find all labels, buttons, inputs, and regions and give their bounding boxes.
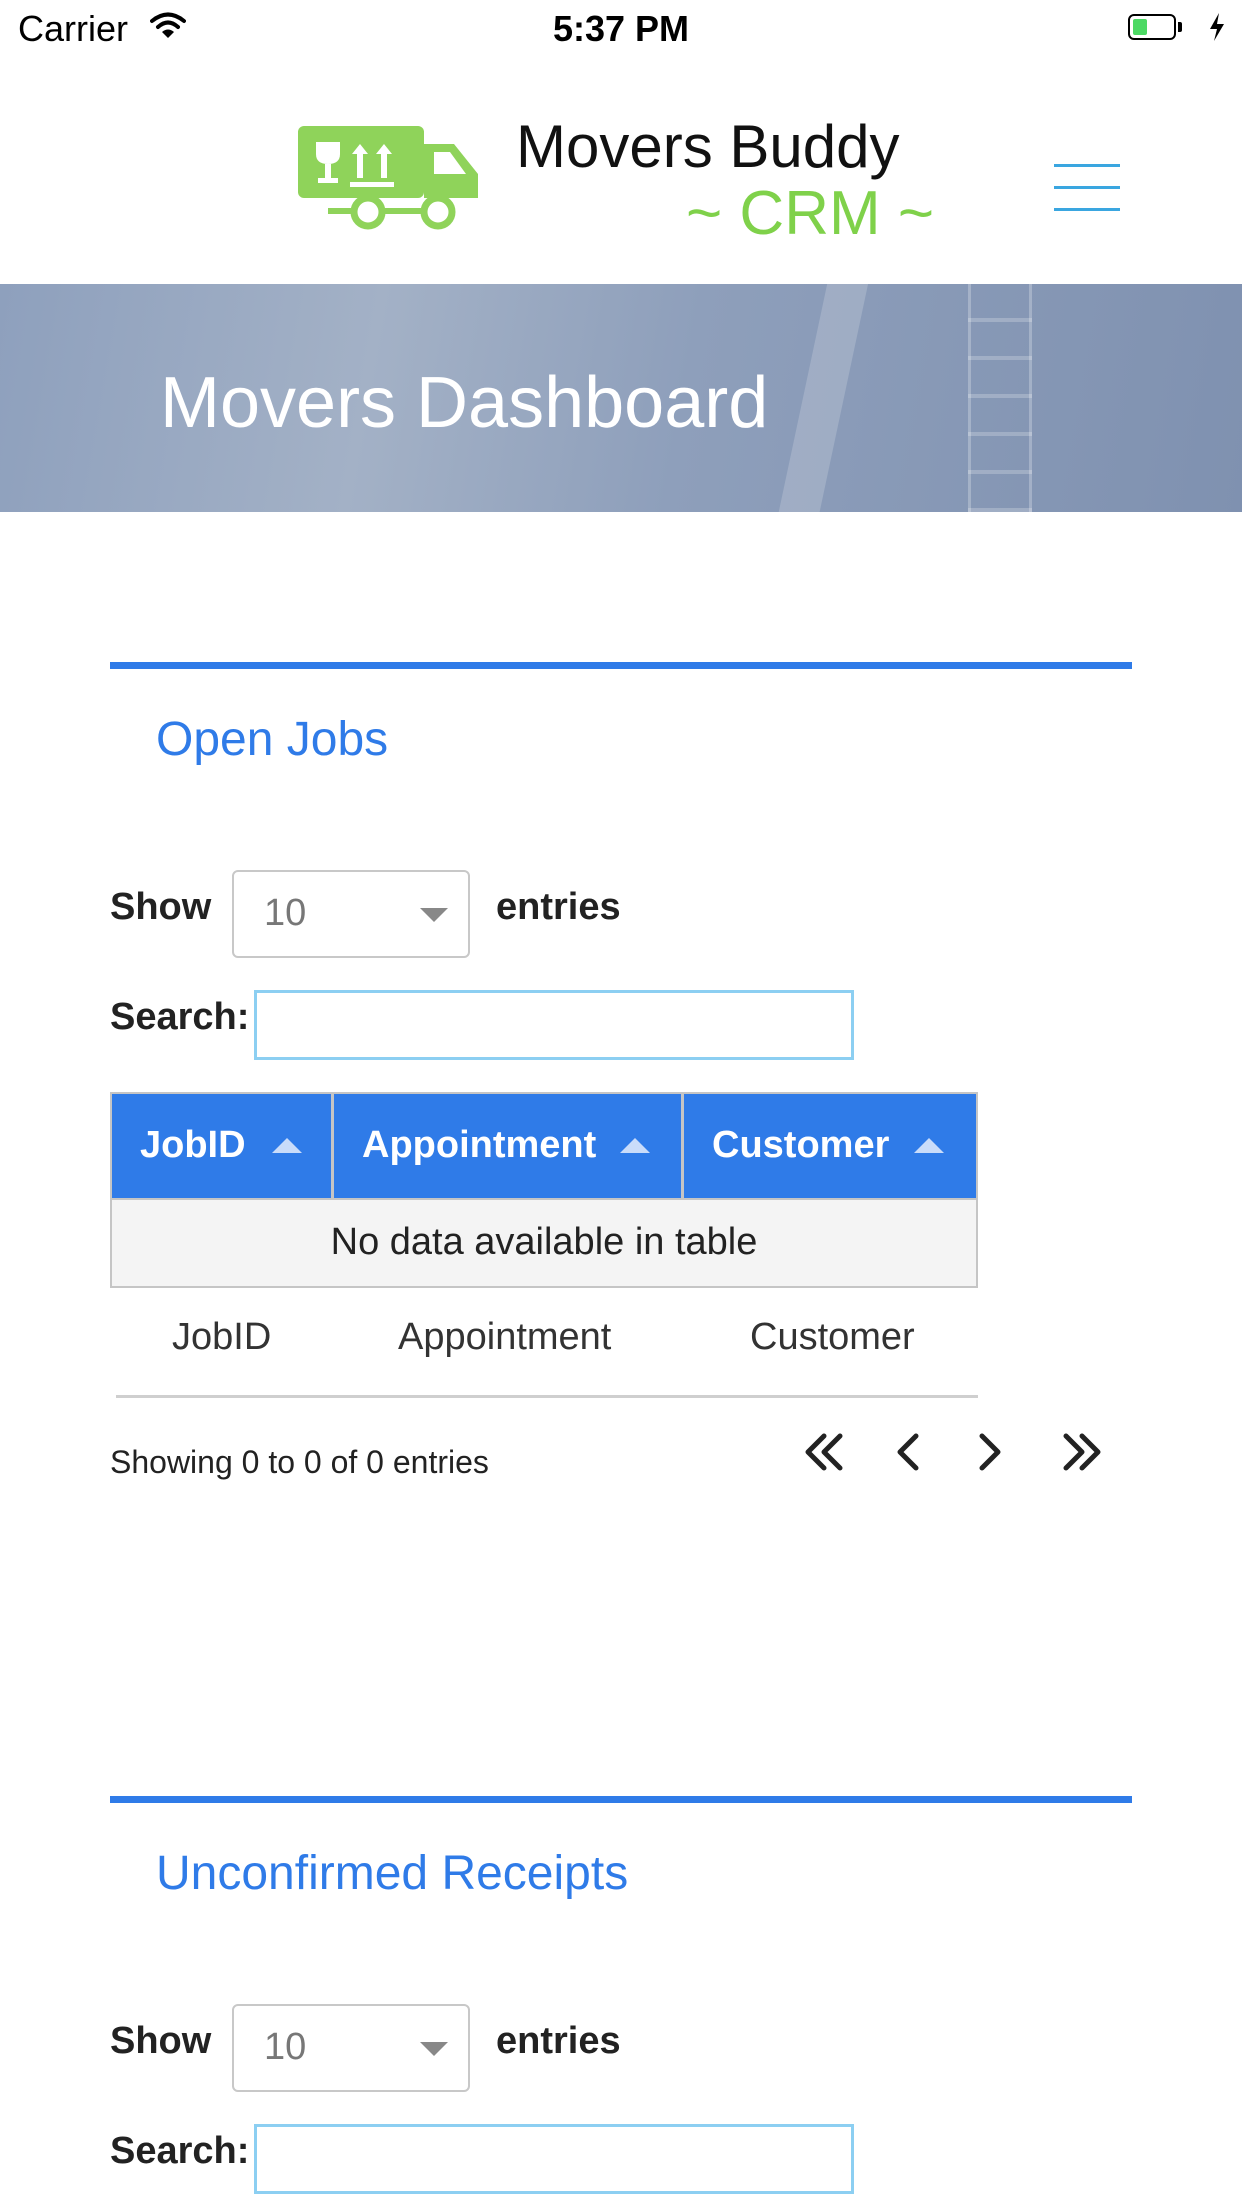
brand-subtitle: ~ CRM ~ xyxy=(686,179,935,248)
charging-bolt-icon xyxy=(1210,13,1224,41)
search-input[interactable] xyxy=(254,990,854,1060)
moving-truck-icon xyxy=(298,126,478,230)
footer-column-appointment: Appointment xyxy=(398,1316,612,1358)
table-header: JobID Appointment Customer xyxy=(110,1092,978,1200)
entries-select-value: 10 xyxy=(264,2026,307,2068)
column-header-label: Customer xyxy=(712,1124,890,1166)
battery-level xyxy=(1133,19,1147,35)
hero-decoration xyxy=(968,284,1032,512)
chevron-down-icon xyxy=(420,908,448,922)
hero-banner: Movers Dashboard xyxy=(0,284,1242,512)
search-input[interactable] xyxy=(254,2124,854,2194)
hamburger-icon-line xyxy=(1054,186,1120,189)
last-page-icon[interactable] xyxy=(1060,1430,1104,1474)
status-bar: Carrier 5:37 PM xyxy=(0,0,1242,62)
section-divider xyxy=(110,1796,1132,1803)
clock: 5:37 PM xyxy=(552,8,690,49)
entries-select[interactable]: 10 xyxy=(232,870,470,958)
first-page-icon[interactable] xyxy=(802,1430,846,1474)
show-label: Show xyxy=(110,886,212,928)
brand-logo[interactable]: Movers Buddy ~ CRM ~ xyxy=(296,112,956,252)
column-header-customer[interactable]: Customer xyxy=(684,1094,976,1198)
previous-page-icon[interactable] xyxy=(894,1430,924,1474)
entries-label: entries xyxy=(496,886,621,928)
sort-ascending-icon xyxy=(272,1138,302,1153)
entries-select-value: 10 xyxy=(264,892,307,934)
sort-ascending-icon xyxy=(620,1138,650,1153)
footer-column-jobid: JobID xyxy=(172,1316,272,1358)
table-info: Showing 0 to 0 of 0 entries xyxy=(110,1444,489,1480)
show-label: Show xyxy=(110,2020,212,2062)
battery-tip xyxy=(1178,22,1182,32)
hero-decoration xyxy=(769,284,871,512)
hamburger-icon xyxy=(1054,164,1120,167)
footer-column-customer: Customer xyxy=(750,1316,915,1358)
section-divider xyxy=(110,662,1132,669)
section-title: Unconfirmed Receipts xyxy=(156,1847,629,1900)
page-title: Movers Dashboard xyxy=(160,363,769,443)
column-header-label: JobID xyxy=(140,1124,246,1166)
column-header-label: Appointment xyxy=(362,1124,597,1166)
empty-table-message: No data available in table xyxy=(110,1200,978,1288)
chevron-down-icon xyxy=(420,2042,448,2056)
menu-button[interactable] xyxy=(1054,162,1124,218)
search-label: Search: xyxy=(110,996,250,1038)
entries-select[interactable]: 10 xyxy=(232,2004,470,2092)
table-footer: JobID Appointment Customer xyxy=(116,1288,978,1398)
open-jobs-section: Open Jobs Show 10 entries Search: JobID … xyxy=(110,662,1132,1480)
hamburger-icon-line xyxy=(1054,208,1120,211)
next-page-icon[interactable] xyxy=(974,1430,1004,1474)
brand-name: Movers Buddy xyxy=(516,113,900,180)
section-title: Open Jobs xyxy=(156,713,389,766)
column-header-appointment[interactable]: Appointment xyxy=(334,1094,684,1198)
entries-label: entries xyxy=(496,2020,621,2062)
search-label: Search: xyxy=(110,2130,250,2172)
sort-ascending-icon xyxy=(914,1138,944,1153)
site-header: Movers Buddy ~ CRM ~ xyxy=(0,62,1242,284)
unconfirmed-receipts-section: Unconfirmed Receipts Show 10 entries Sea… xyxy=(110,1796,1132,2208)
battery-icon xyxy=(1128,14,1176,40)
column-header-jobid[interactable]: JobID xyxy=(112,1094,334,1198)
